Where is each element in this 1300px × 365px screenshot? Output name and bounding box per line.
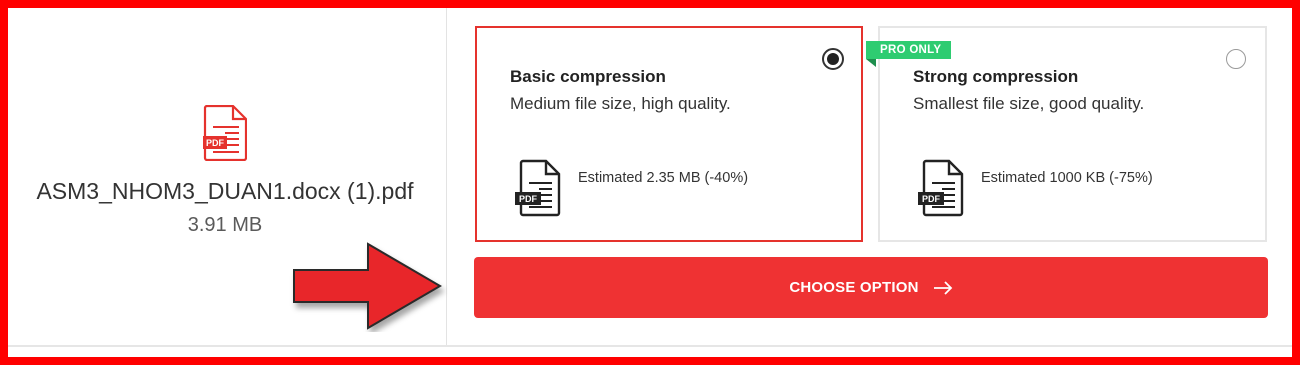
- pro-only-badge: PRO ONLY: [866, 41, 952, 59]
- choose-option-button[interactable]: CHOOSE OPTION: [474, 257, 1268, 318]
- option-estimate: Estimated 1000 KB (-75%): [981, 170, 1153, 186]
- option-title: Basic compression: [510, 67, 666, 86]
- option-card-basic[interactable]: Basic compression Medium file size, high…: [475, 26, 863, 242]
- option-estimate: Estimated 2.35 MB (-40%): [578, 170, 749, 186]
- option-description: Medium file size, high quality.: [510, 94, 731, 113]
- pdf-document-icon: PDF: [515, 159, 561, 217]
- bottom-divider: [8, 345, 1292, 347]
- svg-text:PDF: PDF: [519, 194, 538, 204]
- pro-badge-fold: [866, 59, 876, 67]
- radio-selected[interactable]: [822, 48, 844, 70]
- radio-unselected[interactable]: [1226, 49, 1246, 69]
- pdf-document-icon: PDF: [918, 159, 964, 217]
- file-name: ASM3_NHOM3_DUAN1.docx (1).pdf: [36, 178, 414, 204]
- svg-text:PDF: PDF: [206, 138, 225, 148]
- arrow-right-icon: [933, 280, 952, 295]
- option-description: Smallest file size, good quality.: [913, 94, 1145, 113]
- svg-text:PDF: PDF: [922, 194, 941, 204]
- file-size: 3.91 MB: [187, 214, 263, 236]
- choose-option-label: CHOOSE OPTION: [789, 279, 919, 296]
- option-title: Strong compression: [913, 67, 1079, 86]
- annotation-arrow-icon: [293, 242, 442, 330]
- pdf-file-icon: PDF: [203, 105, 247, 161]
